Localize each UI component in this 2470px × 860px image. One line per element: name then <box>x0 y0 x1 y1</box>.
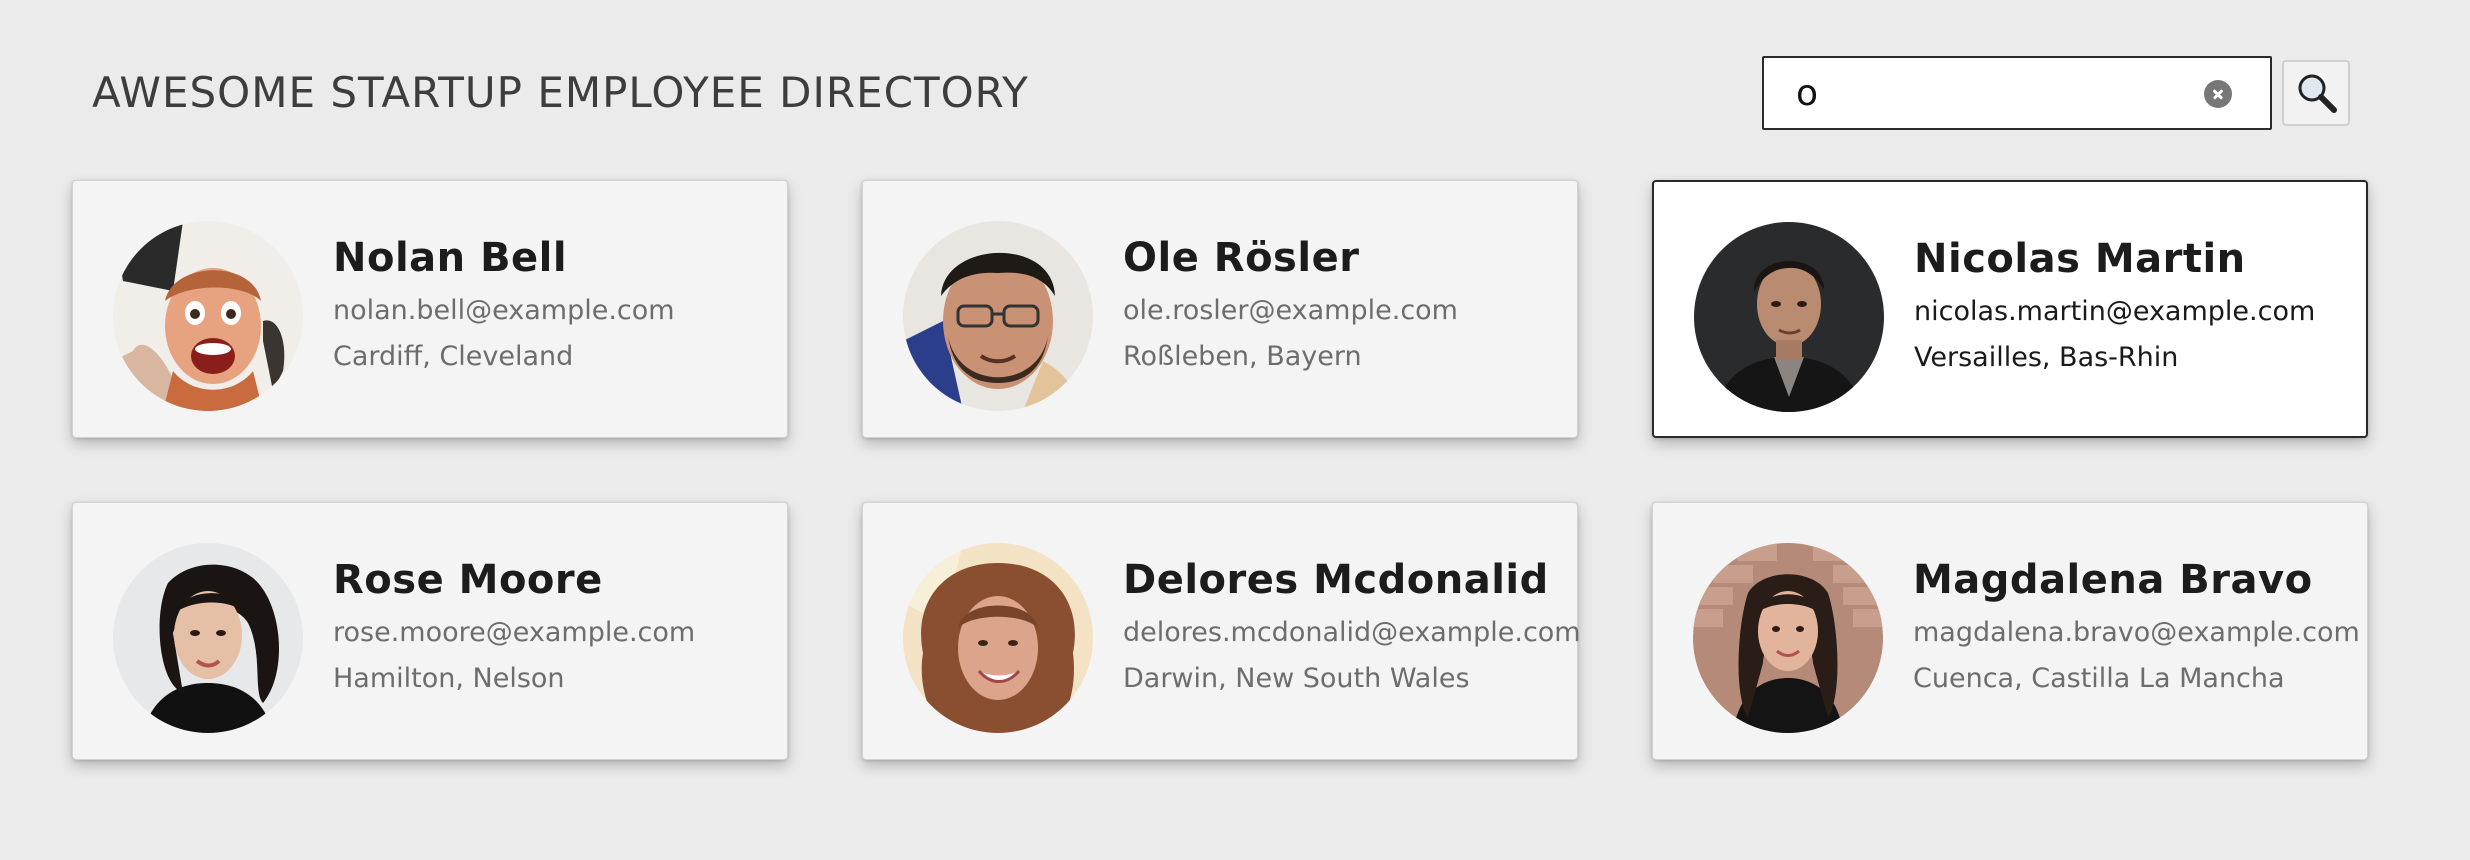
avatar <box>903 221 1093 411</box>
employee-location: Roßleben, Bayern <box>1123 341 1362 372</box>
avatar <box>903 543 1093 733</box>
magnifying-glass-icon <box>2298 74 2337 113</box>
employee-email: nolan.bell@example.com <box>333 295 675 326</box>
employee-name: Ole Rösler <box>1123 235 1360 281</box>
employee-card[interactable]: Nicolas Martin nicolas.martin@example.co… <box>1652 180 2368 438</box>
search-button[interactable] <box>2282 60 2350 126</box>
employee-email: nicolas.martin@example.com <box>1914 296 2316 327</box>
employee-card[interactable]: Nolan Bell nolan.bell@example.com Cardif… <box>72 180 788 438</box>
employee-location: Versailles, Bas-Rhin <box>1914 342 2179 373</box>
employee-email: ole.rosler@example.com <box>1123 295 1458 326</box>
avatar <box>1693 543 1883 733</box>
employee-location: Cuenca, Castilla La Mancha <box>1913 663 2285 694</box>
employee-name: Nolan Bell <box>333 235 568 281</box>
employee-card[interactable]: Rose Moore rose.moore@example.com Hamilt… <box>72 502 788 760</box>
page-title: AWESOME STARTUP EMPLOYEE DIRECTORY <box>92 68 1029 117</box>
clear-circle-x-icon[interactable] <box>2204 80 2232 108</box>
employee-card[interactable]: Delores Mcdonalid delores.mcdonalid@exam… <box>862 502 1581 760</box>
employee-email: magdalena.bravo@example.com <box>1913 617 2360 648</box>
employee-email: delores.mcdonalid@example.com <box>1123 617 1581 648</box>
employee-name: Magdalena Bravo <box>1913 557 2313 603</box>
search-input[interactable] <box>1764 58 2270 128</box>
employee-name: Rose Moore <box>333 557 603 603</box>
employee-location: Darwin, New South Wales <box>1123 663 1470 694</box>
employee-email: rose.moore@example.com <box>333 617 696 648</box>
avatar <box>113 543 303 733</box>
employee-card[interactable]: Ole Rösler ole.rosler@example.com Roßleb… <box>862 180 1578 438</box>
employee-name: Delores Mcdonalid <box>1123 557 1549 603</box>
avatar <box>113 221 303 411</box>
employee-location: Hamilton, Nelson <box>333 663 565 694</box>
search-box <box>1762 56 2272 130</box>
avatar <box>1694 222 1884 412</box>
employee-card[interactable]: Magdalena Bravo magdalena.bravo@example.… <box>1652 502 2368 760</box>
employee-location: Cardiff, Cleveland <box>333 341 574 372</box>
employee-name: Nicolas Martin <box>1914 236 2246 282</box>
